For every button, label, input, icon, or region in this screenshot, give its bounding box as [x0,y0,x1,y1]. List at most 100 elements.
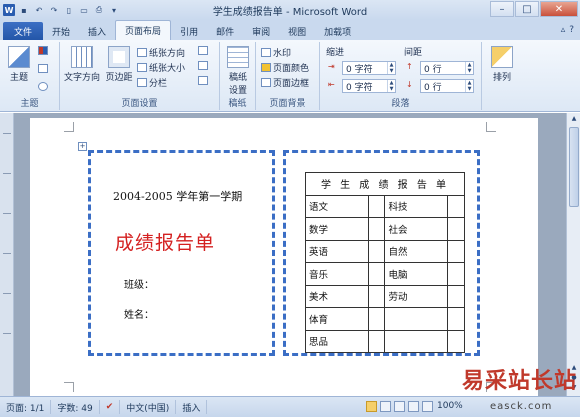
score-cell[interactable] [447,239,465,263]
theme-fonts-button[interactable] [38,64,48,73]
ruler-tick [3,333,11,334]
theme-effects-button[interactable] [38,82,48,91]
ribbon-right-icons: ▵ ? [561,20,580,40]
vertical-scrollbar[interactable]: ▲ ▲ ● ▼ [566,113,580,396]
spacing-before-spinner[interactable]: ▲ ▼ [465,62,473,74]
score-cell[interactable] [367,307,386,331]
tab-addins[interactable]: 加载项 [315,22,360,40]
indent-right-spinner[interactable]: ▲ ▼ [387,80,395,92]
manuscript-label-1: 稿纸 [228,73,247,83]
spacing-after-spinner[interactable]: ▲ ▼ [465,80,473,92]
page-borders-button[interactable]: 页面边框 [261,76,309,89]
score-cell[interactable] [447,307,465,331]
score-cell[interactable] [367,262,386,286]
new-doc-icon[interactable]: ▯ [63,4,75,16]
subject-cell[interactable]: 数学 [305,217,369,241]
print-preview-icon[interactable]: ⎙ [93,4,105,16]
manuscript-group: 稿纸 设置 稿纸 [220,42,256,110]
tab-page-layout[interactable]: 页面布局 [115,20,172,40]
close-button[interactable]: ✕ [540,1,578,17]
subject-cell[interactable]: 劳动 [384,284,449,308]
word-count[interactable]: 字数: 49 [51,400,100,414]
language-indicator[interactable]: 中文(中国) [120,400,177,414]
insert-mode[interactable]: 插入 [176,400,208,414]
subject-cell[interactable]: 语文 [305,194,369,218]
score-cell[interactable] [367,217,386,241]
draft-icon[interactable] [422,401,433,412]
tab-insert[interactable]: 插入 [79,22,115,40]
customize-qat-icon[interactable]: ▾ [108,4,120,16]
score-cell[interactable] [447,284,465,308]
subject-cell[interactable]: 英语 [305,239,369,263]
text-direction-button[interactable]: 文字方向 [64,46,100,83]
maximize-button[interactable]: □ [515,1,539,17]
scroll-up-icon[interactable]: ▲ [569,115,579,125]
manuscript-settings-button[interactable]: 稿纸 设置 [224,46,252,96]
tab-view[interactable]: 视图 [279,22,315,40]
zoom-level[interactable]: 100% [437,401,463,411]
subject-cell[interactable]: 自然 [384,239,449,263]
score-cell[interactable] [447,217,465,241]
breaks-button[interactable] [198,46,208,55]
full-screen-reading-icon[interactable] [380,401,391,412]
spacing-before-input[interactable]: 0 行 ▲ ▼ [420,61,474,75]
themes-button[interactable]: 主题 [6,46,32,83]
subject-cell[interactable] [384,307,449,331]
undo-icon[interactable]: ↶ [33,4,45,16]
indent-left-spinner[interactable]: ▲ ▼ [387,62,395,74]
arrange-button[interactable]: 排列 [488,46,516,83]
table-header-row: 学 生 成 绩 报 告 单 [305,172,465,196]
subject-cell[interactable]: 美术 [305,284,369,308]
subject-cell[interactable] [384,329,449,353]
subject-cell[interactable]: 科技 [384,194,449,218]
minimize-ribbon-icon[interactable]: ▵ [561,25,566,35]
open-icon[interactable]: ▭ [78,4,90,16]
page-count[interactable]: 页面: 1/1 [0,400,52,414]
watermark-button[interactable]: 水印 [261,46,291,59]
quick-access-toolbar: W ▪ ↶ ↷ ▯ ▭ ⎙ ▾ [0,0,120,20]
print-layout-icon[interactable] [366,401,377,412]
score-cell[interactable] [367,284,386,308]
redo-icon[interactable]: ↷ [48,4,60,16]
size-button[interactable]: 纸张大小 [137,61,185,74]
hyphenation-button[interactable] [198,76,208,85]
web-layout-icon[interactable] [394,401,405,412]
subject-cell[interactable]: 思品 [305,329,369,353]
theme-colors-button[interactable] [38,46,48,55]
spacing-after-input[interactable]: 0 行 ▲ ▼ [420,79,474,93]
subject-cell[interactable]: 音乐 [305,262,369,286]
indent-left-input[interactable]: 0 字符 ▲ ▼ [342,61,396,75]
score-cell[interactable] [447,329,465,353]
tab-references[interactable]: 引用 [171,22,207,40]
columns-button[interactable]: 分栏 [137,76,167,89]
help-icon[interactable]: ? [569,25,574,35]
margins-button[interactable]: 页边距 [104,46,134,83]
score-cell[interactable] [447,194,465,218]
score-cell[interactable] [367,239,386,263]
save-icon[interactable]: ▪ [18,4,30,16]
orientation-button[interactable]: 纸张方向 [137,46,185,59]
outline-icon[interactable] [408,401,419,412]
tab-mailings[interactable]: 邮件 [207,22,243,40]
proofing-status[interactable]: ✔ [100,400,121,414]
line-numbers-button[interactable] [198,61,208,70]
score-cell[interactable] [367,329,386,353]
subject-cell[interactable]: 社会 [384,217,449,241]
word-app-icon[interactable]: W [3,4,15,16]
subject-cell[interactable]: 电脑 [384,262,449,286]
page-color-button[interactable]: 页面颜色 [261,61,309,74]
subject-cell[interactable]: 体育 [305,307,369,331]
status-bar: 页面: 1/1 字数: 49 ✔ 中文(中国) 插入 100% easck.co… [0,396,580,417]
scroll-thumb[interactable] [569,127,579,207]
tab-home[interactable]: 开始 [43,22,79,40]
score-cell[interactable] [447,262,465,286]
columns-icon [137,78,147,87]
tab-file[interactable]: 文件 [3,22,44,40]
indent-heading: 缩进 [326,48,345,58]
minimize-button[interactable]: – [490,1,514,17]
tab-review[interactable]: 审阅 [243,22,279,40]
score-cell[interactable] [367,194,386,218]
indent-right-input[interactable]: 0 字符 ▲ ▼ [342,79,396,93]
themes-button-label: 主题 [9,73,28,83]
table-move-handle[interactable]: + [78,142,87,151]
